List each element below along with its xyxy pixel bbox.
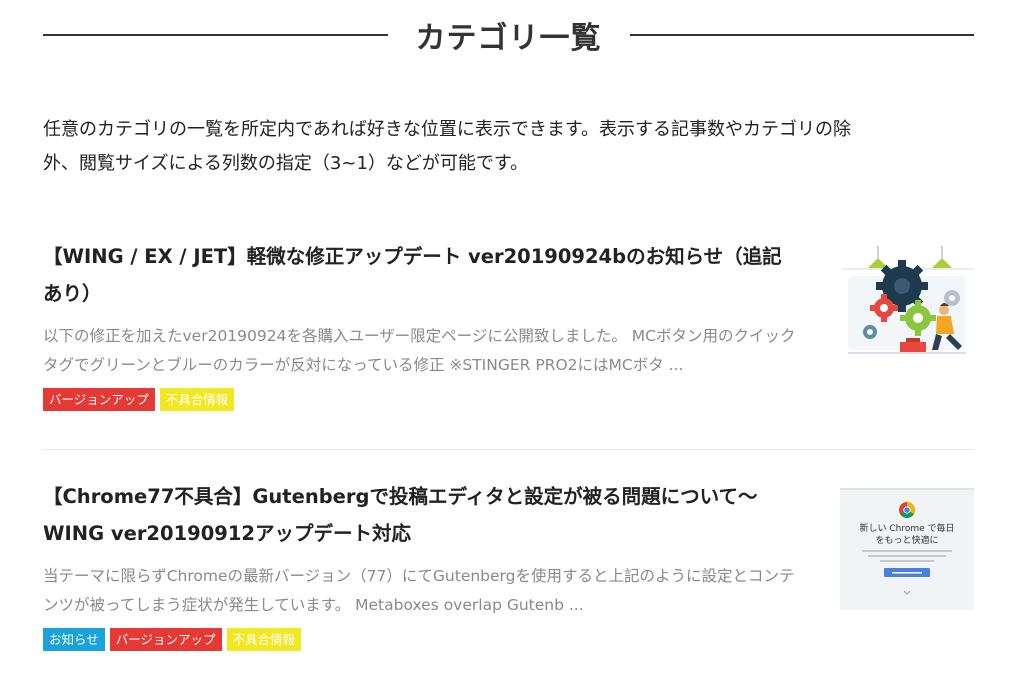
tag-version-up[interactable]: バージョンアップ [43, 388, 155, 411]
excerpt-line: 当テーマに限らずChromeの最新バージョン（77）にてGutenbergを使用… [43, 567, 795, 585]
post-title-link[interactable]: 【WING / EX / JET】軽微な修正アップデート ver20190924… [43, 238, 818, 312]
section-title: カテゴリ一覧 [415, 21, 602, 56]
chrome-screenshot-image: 新しい Chrome で毎日 をもっと快適に [840, 488, 974, 610]
tag-news[interactable]: お知らせ [43, 628, 105, 651]
svg-text:をもっと快適に: をもっと快適に [875, 534, 938, 546]
heading-left-line [43, 34, 388, 36]
post-text: 【Chrome77不具合】Gutenbergで投稿エディタと設定が被る問題につい… [43, 478, 818, 651]
intro-text: 任意のカテゴリの一覧を所定内であれば好きな位置に表示できます。表示する記事数やカ… [43, 113, 974, 181]
excerpt-line: 以下の修正を加えたver20190924を各購入ユーザー限定ページに公開致しまし… [43, 327, 796, 345]
intro-line-1: 任意のカテゴリの一覧を所定内であれば好きな位置に表示できます。表示する記事数やカ… [43, 119, 852, 140]
post-title-line: WING ver20190912アップデート対応 [43, 522, 411, 545]
post-divider [43, 449, 974, 450]
post-tags: お知らせ バージョンアップ 不具合情報 [43, 628, 818, 651]
excerpt-line: ンツが被ってしまう症状が発生しています。 Metaboxes overlap G… [43, 596, 584, 614]
post-title-line: 【Chrome77不具合】Gutenbergで投稿エディタと設定が被る問題につい… [43, 485, 758, 508]
chrome-logo-icon [899, 502, 915, 518]
post-text: 【WING / EX / JET】軽微な修正アップデート ver20190924… [43, 238, 818, 411]
tag-version-up[interactable]: バージョンアップ [109, 628, 222, 651]
section-heading: カテゴリ一覧 [43, 12, 974, 58]
excerpt-line: タグでグリーンとブルーのカラーが反対になっている修正 ※STINGER PRO2… [43, 356, 684, 374]
post-thumbnail[interactable]: 新しい Chrome で毎日 をもっと快適に [840, 488, 974, 610]
post-thumbnail[interactable] [840, 246, 974, 362]
gears-illustration-image [840, 246, 974, 362]
post-title-line: 【WING / EX / JET】軽微な修正アップデート ver20190924… [43, 245, 782, 268]
post-tags: バージョンアップ 不具合情報 [43, 388, 818, 411]
post-title-link[interactable]: 【Chrome77不具合】Gutenbergで投稿エディタと設定が被る問題につい… [43, 478, 818, 552]
heading-right-line [629, 34, 974, 36]
post-title-line: あり） [43, 282, 102, 305]
tag-bug-info[interactable]: 不具合情報 [159, 388, 235, 411]
intro-line-2: 外、閲覧サイズによる列数の指定（3~1）などが可能です。 [43, 153, 529, 174]
post-excerpt: 以下の修正を加えたver20190924を各購入ユーザー限定ページに公開致しまし… [43, 322, 818, 380]
tag-bug-info[interactable]: 不具合情報 [226, 628, 302, 651]
post-excerpt: 当テーマに限らずChromeの最新バージョン（77）にてGutenbergを使用… [43, 562, 818, 620]
svg-text:新しい Chrome で毎日: 新しい Chrome で毎日 [859, 522, 954, 534]
